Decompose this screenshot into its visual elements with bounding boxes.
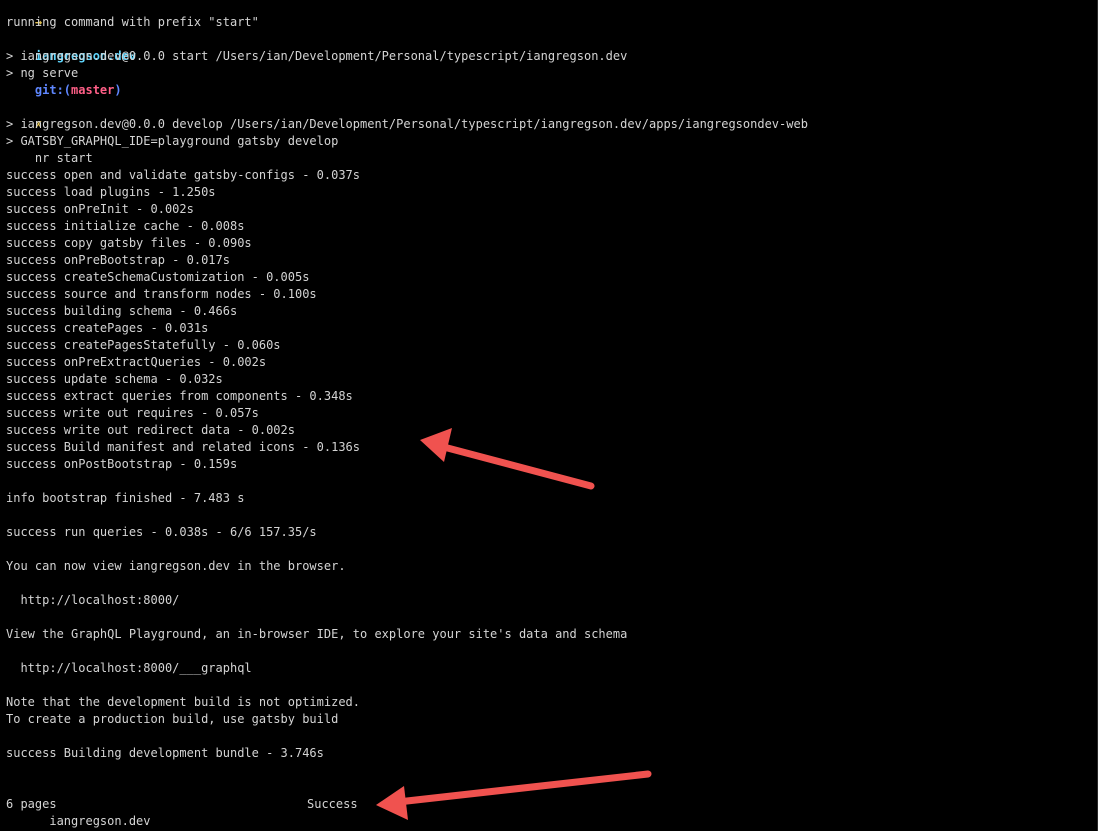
annotation-arrow-icon — [420, 428, 595, 490]
annotation-arrows — [376, 428, 652, 820]
terminal-window[interactable]: → iangregson.dev git:(master) ✗ nr start… — [0, 0, 1098, 831]
annotation-arrow-icon — [376, 770, 652, 820]
